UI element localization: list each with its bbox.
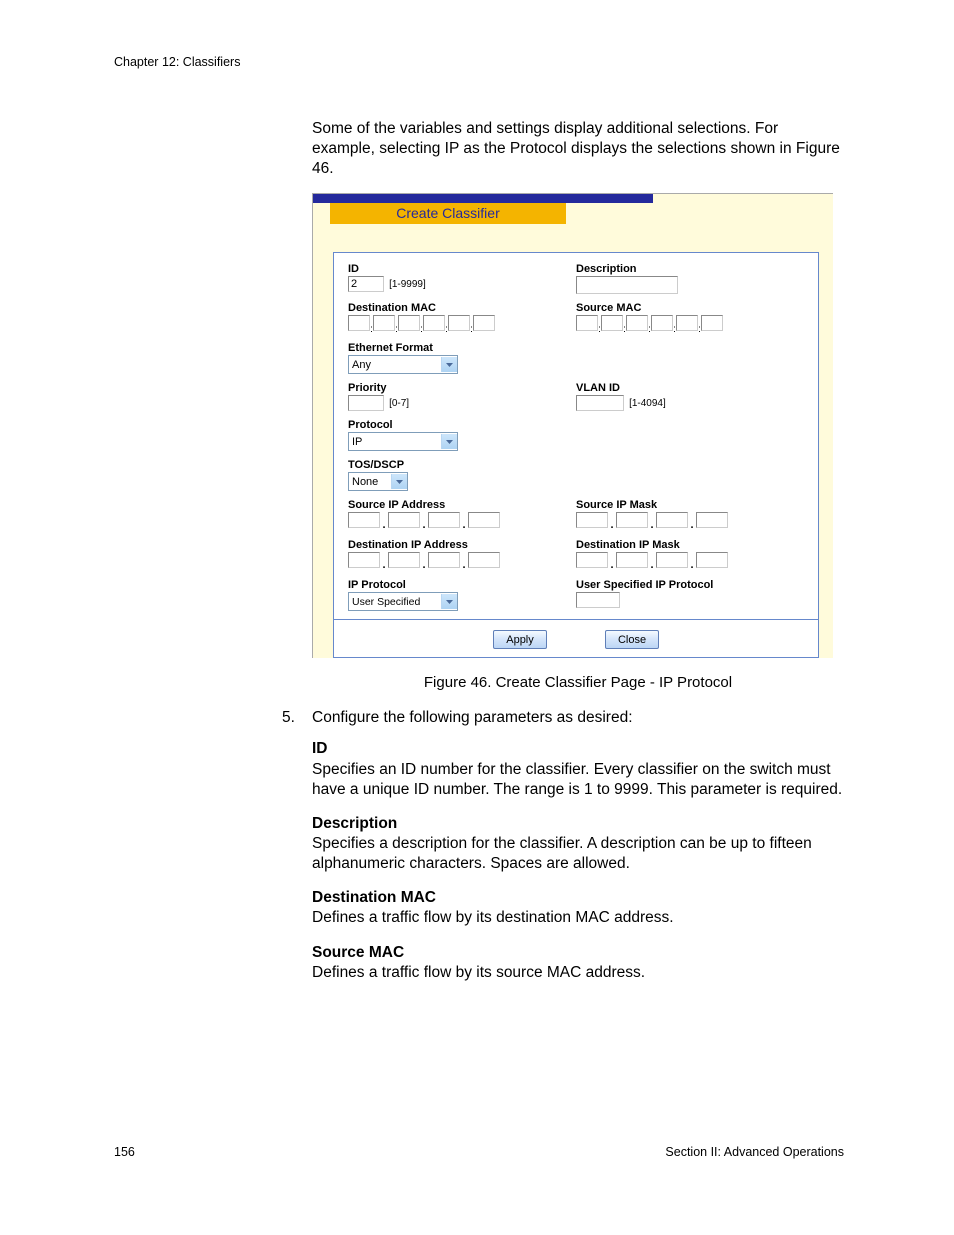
tos-select[interactable]: None [348, 472, 408, 491]
page-number: 156 [114, 1145, 135, 1159]
page-header-chapter: Chapter 12: Classifiers [114, 55, 844, 69]
src-ip-input[interactable]: ... [348, 512, 576, 531]
chevron-down-icon [391, 474, 407, 489]
vlan-range: [1-4094] [629, 398, 666, 409]
intro-paragraph: Some of the variables and settings displ… [312, 119, 844, 179]
user-ip-proto-input[interactable] [576, 592, 620, 608]
param-src-mac: Source MAC Defines a traffic flow by its… [312, 943, 844, 983]
figure-caption: Figure 46. Create Classifier Page - IP P… [312, 674, 844, 691]
dst-mask-input[interactable]: ... [576, 552, 804, 571]
apply-button[interactable]: Apply [493, 630, 547, 649]
vlan-label: VLAN ID [576, 382, 804, 394]
tos-label: TOS/DSCP [348, 459, 576, 471]
description-label: Description [576, 263, 804, 275]
vlan-input[interactable] [576, 395, 624, 411]
description-input[interactable] [576, 276, 678, 294]
src-mac-label: Source MAC [576, 302, 804, 314]
eth-format-select[interactable]: Any [348, 355, 458, 374]
priority-range: [0-7] [389, 398, 409, 409]
id-input[interactable] [348, 276, 384, 292]
src-ip-label: Source IP Address [348, 499, 576, 511]
protocol-select[interactable]: IP [348, 432, 458, 451]
src-mask-input[interactable]: ... [576, 512, 804, 531]
src-mask-label: Source IP Mask [576, 499, 804, 511]
dst-ip-input[interactable]: ... [348, 552, 576, 571]
chevron-down-icon [441, 594, 457, 609]
dest-mac-input[interactable]: ::::: [348, 315, 576, 334]
ip-proto-select[interactable]: User Specified [348, 592, 458, 611]
priority-label: Priority [348, 382, 576, 394]
dst-ip-label: Destination IP Address [348, 539, 576, 551]
param-dest-mac: Destination MAC Defines a traffic flow b… [312, 888, 844, 928]
section-label: Section II: Advanced Operations [665, 1145, 844, 1159]
tab-create-classifier[interactable]: Create Classifier [330, 203, 566, 224]
classifier-form: ID [1-9999] Description Destination MAC … [333, 252, 819, 658]
priority-input[interactable] [348, 395, 384, 411]
param-description: Description Specifies a description for … [312, 814, 844, 874]
src-mac-input[interactable]: ::::: [576, 315, 804, 334]
id-label: ID [348, 263, 576, 275]
close-button[interactable]: Close [605, 630, 659, 649]
step-5: 5. Configure the following parameters as… [282, 709, 844, 727]
user-ip-proto-label: User Specified IP Protocol [576, 579, 804, 591]
eth-format-label: Ethernet Format [348, 342, 576, 354]
dest-mac-label: Destination MAC [348, 302, 576, 314]
protocol-label: Protocol [348, 419, 576, 431]
id-range: [1-9999] [389, 279, 426, 290]
create-classifier-window: Create Classifier ID [1-9999] Descriptio… [312, 193, 833, 658]
dst-mask-label: Destination IP Mask [576, 539, 804, 551]
param-id: ID Specifies an ID number for the classi… [312, 739, 844, 799]
figure-46: Create Classifier ID [1-9999] Descriptio… [312, 193, 844, 691]
ip-proto-label: IP Protocol [348, 579, 576, 591]
chevron-down-icon [441, 357, 457, 372]
chevron-down-icon [441, 434, 457, 449]
